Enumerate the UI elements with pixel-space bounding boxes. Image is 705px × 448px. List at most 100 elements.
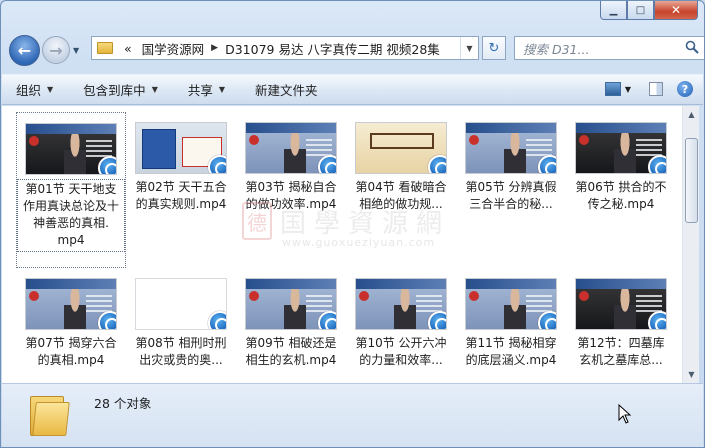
file-item[interactable]: 第02节 天干五合 的真实规则.mp4 — [126, 112, 236, 215]
scroll-down-icon[interactable]: ▼ — [683, 366, 700, 383]
media-player-badge-icon — [538, 311, 556, 329]
include-in-library-menu[interactable]: 包含到库中 ▼ — [83, 80, 158, 99]
chevron-down-icon: ▼ — [218, 85, 226, 94]
media-player-badge-icon — [648, 155, 666, 173]
maximize-button[interactable]: □ — [627, 1, 654, 20]
file-name-line: 的做功效率.mp4 — [245, 197, 337, 211]
close-button[interactable]: ✕ — [654, 1, 698, 20]
chevron-down-icon: ▼ — [466, 43, 473, 53]
folder-icon — [97, 42, 113, 54]
mouse-cursor-icon — [618, 404, 632, 424]
file-name-line: 第10节 公开六冲 — [355, 336, 447, 350]
back-button[interactable]: ← — [9, 34, 40, 66]
video-thumbnail — [355, 122, 447, 174]
media-player-badge-icon — [538, 155, 556, 173]
video-thumbnail — [135, 278, 227, 330]
video-thumbnail — [575, 278, 667, 330]
file-name-line: 的力量和效率... — [359, 353, 443, 367]
file-item[interactable]: 第10节 公开六冲 的力量和效率... — [346, 268, 456, 371]
search-placeholder: 搜索 D31... — [523, 41, 590, 57]
file-name-line: 第12节：四墓库 — [577, 336, 665, 350]
file-item[interactable]: 第08节 相刑时刑 出灾或贵的奥... — [126, 268, 236, 371]
search-input[interactable]: 搜索 D31... — [514, 36, 704, 60]
scroll-up-icon[interactable]: ▲ — [683, 106, 700, 123]
file-name-line: 第08节 相刑时刑 — [135, 336, 227, 350]
media-player-badge-icon — [208, 155, 226, 173]
video-thumbnail — [245, 278, 337, 330]
new-folder-button[interactable]: 新建文件夹 — [255, 80, 318, 99]
include-in-library-label: 包含到库中 — [83, 83, 146, 98]
caption-buttons: ▁ □ ✕ — [600, 1, 698, 20]
address-bar[interactable]: « 国学资源网 ▶ D31079 易达 八字真传二期 视频28集 ▼ — [91, 36, 479, 60]
chevron-down-icon: ▼ — [151, 85, 158, 94]
media-player-badge-icon — [98, 311, 116, 329]
file-name: 第01节 天干地支 作用真诀总论及十 神善恶的真相. mp4 — [17, 179, 125, 252]
file-name-line: 第11节 揭秘相穿 — [465, 336, 557, 350]
close-icon: ✕ — [670, 3, 682, 17]
media-player-badge-icon — [428, 311, 446, 329]
breadcrumb-item-root[interactable]: 国学资源网 — [137, 39, 210, 58]
file-name-line: 第04节 看破暗合 — [355, 180, 447, 194]
file-name-line: 第01节 天干地支 — [25, 182, 117, 196]
file-name-line: 相绝的做功规... — [359, 197, 443, 211]
video-thumbnail — [25, 123, 117, 175]
file-name-line: 第05节 分辨真假 — [465, 180, 557, 194]
file-name: 第04节 看破暗合 相绝的做功规... — [346, 178, 456, 215]
maximize-icon: □ — [635, 4, 646, 16]
refresh-button[interactable]: ↻ — [482, 36, 506, 60]
file-item[interactable]: 第01节 天干地支 作用真诀总论及十 神善恶的真相. mp4 — [16, 112, 126, 268]
minimize-button[interactable]: ▁ — [600, 1, 627, 20]
breadcrumb-overflow[interactable]: « — [119, 41, 137, 56]
media-player-badge-icon — [318, 155, 336, 173]
file-name-line: 的底层涵义.mp4 — [465, 353, 557, 367]
minimize-icon: ▁ — [609, 4, 618, 16]
file-item[interactable]: 第11节 揭秘相穿 的底层涵义.mp4 — [456, 268, 566, 371]
file-item[interactable]: 第04节 看破暗合 相绝的做功规... — [346, 112, 456, 215]
file-name-line: 第03节 揭秘自合 — [245, 180, 337, 194]
item-count: 28 个对象 — [94, 396, 152, 411]
file-list-pane[interactable]: 第01节 天干地支 作用真诀总论及十 神善恶的真相. mp4 第02节 天干五合 的真实规… — [2, 106, 682, 383]
video-thumbnail — [465, 122, 557, 174]
organize-menu[interactable]: 组织 ▼ — [16, 80, 53, 99]
recent-pages-dropdown[interactable]: ▼ — [73, 46, 85, 55]
scrollbar-thumb[interactable] — [685, 138, 698, 223]
forward-button[interactable]: → — [42, 36, 70, 64]
media-player-badge-icon — [208, 311, 226, 329]
preview-pane-icon[interactable] — [649, 82, 663, 96]
help-icon[interactable]: ? — [677, 81, 693, 97]
view-options-dropdown[interactable]: ▼ — [625, 85, 631, 94]
video-thumbnail — [135, 122, 227, 174]
file-name: 第05节 分辨真假 三合半合的秘... — [456, 178, 566, 215]
address-dropdown-button[interactable]: ▼ — [460, 37, 478, 59]
details-pane: 28 个对象 — [2, 383, 703, 447]
file-name: 第07节 揭穿六合 的真相.mp4 — [16, 334, 126, 371]
forward-arrow-icon: → — [49, 40, 63, 60]
file-item[interactable]: 第07节 揭穿六合 的真相.mp4 — [16, 268, 126, 371]
file-item[interactable]: 第03节 揭秘自合 的做功效率.mp4 — [236, 112, 346, 215]
file-name-line: 第07节 揭穿六合 — [25, 336, 117, 350]
file-name-line: 传之秘.mp4 — [587, 197, 655, 211]
file-name: 第08节 相刑时刑 出灾或贵的奥... — [126, 334, 236, 371]
breadcrumb-separator-icon[interactable]: ▶ — [209, 43, 220, 53]
file-name-line: 神善恶的真相. — [33, 216, 109, 230]
video-thumbnail — [245, 122, 337, 174]
video-thumbnail — [355, 278, 447, 330]
view-controls: ▼ ? — [604, 81, 693, 97]
file-name: 第11节 揭秘相穿 的底层涵义.mp4 — [456, 334, 566, 371]
file-name-line: 第06节 拱合的不 — [575, 180, 667, 194]
file-name: 第06节 拱合的不 传之秘.mp4 — [566, 178, 676, 215]
share-menu[interactable]: 共享 ▼ — [188, 80, 225, 99]
vertical-scrollbar[interactable]: ▲ ▼ — [682, 106, 699, 383]
file-item[interactable]: 第12节：四墓库 玄机之墓库总... — [566, 268, 676, 371]
change-view-icon[interactable] — [604, 82, 621, 96]
video-thumbnail — [465, 278, 557, 330]
file-item[interactable]: 第09节 相破还是 相生的玄机.mp4 — [236, 268, 346, 371]
back-arrow-icon: ← — [17, 40, 32, 60]
chevron-down-icon: ▼ — [47, 85, 54, 94]
refresh-icon: ↻ — [488, 40, 500, 56]
file-name-line: 作用真诀总论及十 — [22, 199, 119, 213]
file-item[interactable]: 第05节 分辨真假 三合半合的秘... — [456, 112, 566, 215]
file-name: 第10节 公开六冲 的力量和效率... — [346, 334, 456, 371]
breadcrumb-item-current[interactable]: D31079 易达 八字真传二期 视频28集 — [220, 39, 445, 58]
file-item[interactable]: 第06节 拱合的不 传之秘.mp4 — [566, 112, 676, 215]
